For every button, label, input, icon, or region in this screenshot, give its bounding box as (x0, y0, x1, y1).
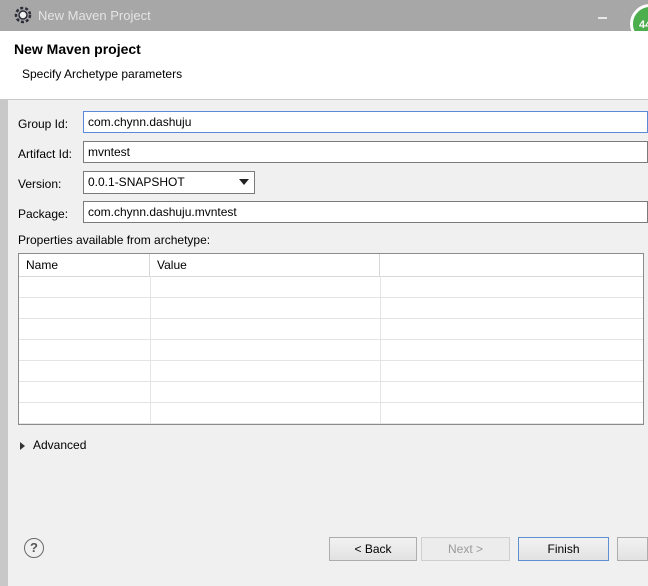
version-selected-value: 0.0.1-SNAPSHOT (88, 175, 185, 189)
version-label: Version: (18, 177, 62, 191)
column-header-value[interactable]: Value (150, 254, 380, 276)
package-field[interactable]: com.chynn.dashuju.mvntest (83, 201, 648, 223)
table-row[interactable] (19, 402, 643, 424)
version-select[interactable]: 0.0.1-SNAPSHOT (83, 171, 255, 194)
page-subtitle: Specify Archetype parameters (22, 67, 183, 81)
table-row[interactable] (19, 318, 643, 340)
finish-button[interactable]: Finish (518, 537, 609, 561)
properties-table[interactable]: Name Value (18, 253, 644, 425)
page-title: New Maven project (14, 41, 141, 57)
cancel-button-partial[interactable] (617, 537, 648, 561)
group-id-field[interactable]: com.chynn.dashuju (83, 111, 648, 133)
left-border-strip (0, 100, 8, 586)
artifact-id-field[interactable]: mvntest (83, 141, 648, 163)
wizard-header: New Maven project Specify Archetype para… (0, 31, 648, 100)
triangle-right-icon (20, 441, 25, 450)
table-header: Name Value (19, 254, 643, 277)
properties-label: Properties available from archetype: (18, 233, 211, 247)
back-button[interactable]: < Back (329, 537, 417, 561)
help-icon[interactable]: ? (24, 538, 44, 558)
chevron-down-icon (239, 179, 249, 185)
column-header-name[interactable]: Name (19, 254, 150, 276)
new-maven-project-dialog: New Maven Project 44 New Maven project S… (0, 0, 648, 586)
table-row[interactable] (19, 381, 643, 403)
advanced-toggle[interactable]: Advanced (20, 438, 86, 452)
next-button[interactable]: Next > (421, 537, 510, 561)
table-row[interactable] (19, 339, 643, 361)
package-label: Package: (18, 207, 69, 221)
title-bar: New Maven Project 44 (0, 0, 648, 44)
group-id-label: Group Id: (18, 117, 69, 131)
badge-count: 44 (639, 19, 648, 31)
table-row[interactable] (19, 276, 643, 298)
table-row[interactable] (19, 297, 643, 319)
window-title: New Maven Project (38, 8, 151, 23)
column-divider (150, 276, 151, 424)
column-divider (380, 276, 381, 424)
table-row[interactable] (19, 360, 643, 382)
minimize-button[interactable] (594, 7, 612, 23)
artifact-id-label: Artifact Id: (18, 147, 73, 161)
eclipse-gear-icon (14, 6, 32, 24)
advanced-label: Advanced (33, 438, 87, 452)
